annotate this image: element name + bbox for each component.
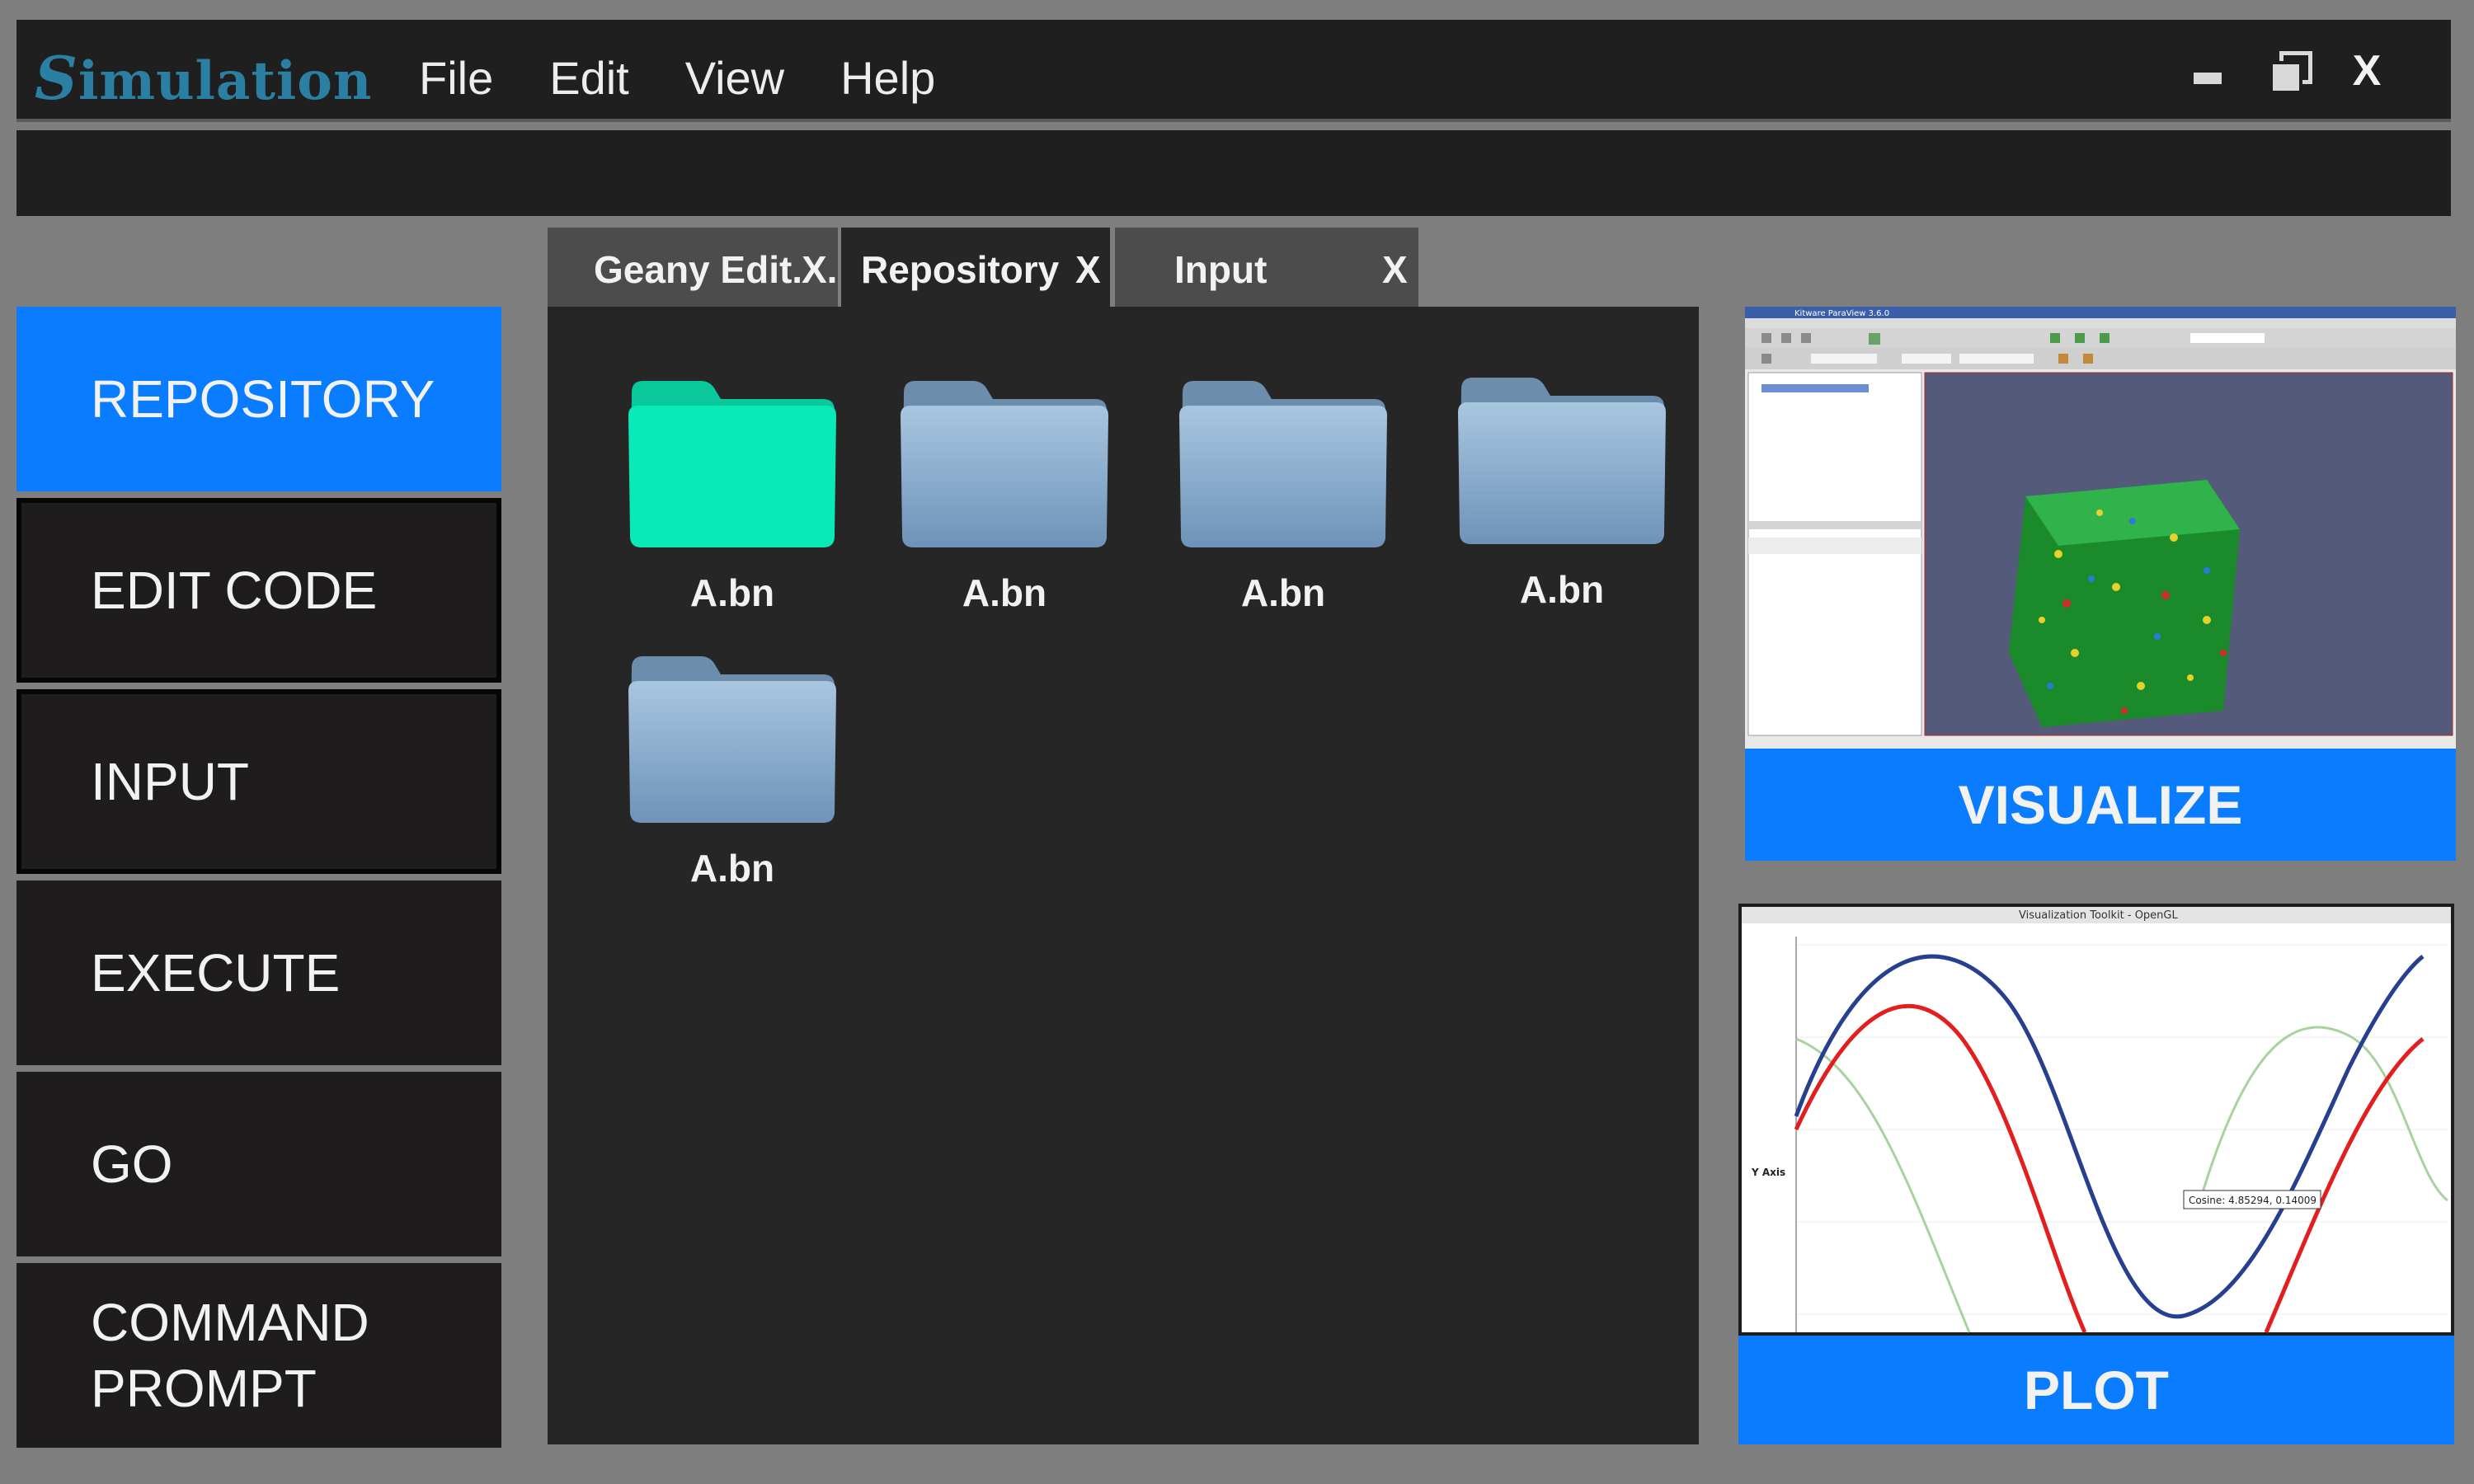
file-item[interactable]: A.bn — [625, 374, 848, 614]
y-axis-label: Y Axis — [1751, 1167, 1785, 1178]
file-item[interactable]: A.bn — [897, 374, 1120, 614]
folder-icon — [628, 656, 836, 823]
plot-panel: Visualization Toolkit - OpenGL Y Axis Co… — [1738, 904, 2454, 1444]
menu-view[interactable]: View — [685, 51, 784, 105]
visualize-panel: Kitware ParaView 3.6.0 VISUALIZE — [1745, 307, 2456, 861]
file-item[interactable]: A.bn — [625, 650, 848, 890]
window-controls: X — [2187, 49, 2388, 94]
minimize-icon[interactable] — [2187, 49, 2230, 92]
file-name: A.bn — [689, 571, 775, 614]
repository-file-browser: A.bn A.bn A.bn A.bn A.bn — [548, 307, 1699, 1444]
file-name: A.bn — [689, 847, 775, 890]
title-bar: Simulation File Edit View Help X — [16, 20, 2451, 119]
app-logo: Simulation — [35, 43, 373, 113]
nav-execute-button[interactable]: EXECUTE — [16, 881, 501, 1065]
menu-bar: File Edit View Help — [419, 51, 935, 105]
file-item[interactable]: A.bn — [1176, 374, 1399, 614]
folder-icon — [628, 381, 836, 547]
folder-icon — [1458, 378, 1666, 544]
nav-input-label: INPUT — [91, 752, 249, 811]
folder-icon — [901, 381, 1108, 547]
maximize-icon[interactable] — [2266, 49, 2312, 94]
nav-edit-code-label: EDIT CODE — [91, 561, 378, 620]
particle-cube — [2009, 480, 2240, 727]
plot-button[interactable]: PLOT — [1738, 1336, 2454, 1444]
nav-go-button[interactable]: GO — [16, 1072, 501, 1256]
paraview-title: Kitware ParaView 3.6.0 — [1794, 309, 1889, 318]
nav-execute-label: EXECUTE — [91, 943, 341, 1003]
close-icon[interactable]: X — [2345, 49, 2388, 92]
visualize-button[interactable]: VISUALIZE — [1745, 749, 2456, 861]
menu-edit[interactable]: Edit — [549, 51, 629, 105]
menu-file[interactable]: File — [419, 51, 493, 105]
nav-edit-code-button[interactable]: EDIT CODE — [16, 498, 501, 683]
toolbar — [16, 130, 2451, 216]
tab-input-close-icon[interactable]: X — [1382, 247, 1408, 292]
plot-window-title: Visualization Toolkit - OpenGL — [2019, 909, 2178, 922]
nav-command-prompt-label: COMMAND PROMPT — [91, 1293, 369, 1418]
nav-repository-label: REPOSITORY — [91, 369, 435, 429]
plot-tooltip: Cosine: 4.85294, 0.14009 — [2189, 1195, 2316, 1206]
tab-input-label: Input — [1174, 248, 1268, 291]
file-name: A.bn — [1519, 568, 1605, 611]
tab-repository-label: Repository — [861, 248, 1060, 291]
tab-geany-edit-close-icon[interactable]: X. — [802, 247, 837, 292]
file-name: A.bn — [962, 571, 1047, 614]
file-item[interactable]: A.bn — [1455, 371, 1677, 611]
nav-input-button[interactable]: INPUT — [16, 689, 501, 874]
nav-go-label: GO — [91, 1134, 173, 1194]
file-name: A.bn — [1240, 571, 1326, 614]
nav-command-prompt-button[interactable]: COMMAND PROMPT — [16, 1263, 501, 1448]
tab-repository[interactable]: Repository X — [841, 228, 1110, 307]
plot-thumbnail: Visualization Toolkit - OpenGL Y Axis Co… — [1738, 904, 2454, 1336]
nav-repository-button[interactable]: REPOSITORY — [16, 307, 501, 491]
visualization-thumbnail: Kitware ParaView 3.6.0 — [1745, 307, 2456, 749]
folder-icon — [1179, 381, 1387, 547]
tab-input[interactable]: Input X — [1115, 228, 1418, 307]
menu-help[interactable]: Help — [840, 51, 935, 105]
tab-geany-edit-label: Geany Edit. — [594, 248, 803, 291]
tab-repository-close-icon[interactable]: X — [1075, 247, 1101, 292]
tab-geany-edit[interactable]: Geany Edit. X. — [548, 228, 838, 307]
